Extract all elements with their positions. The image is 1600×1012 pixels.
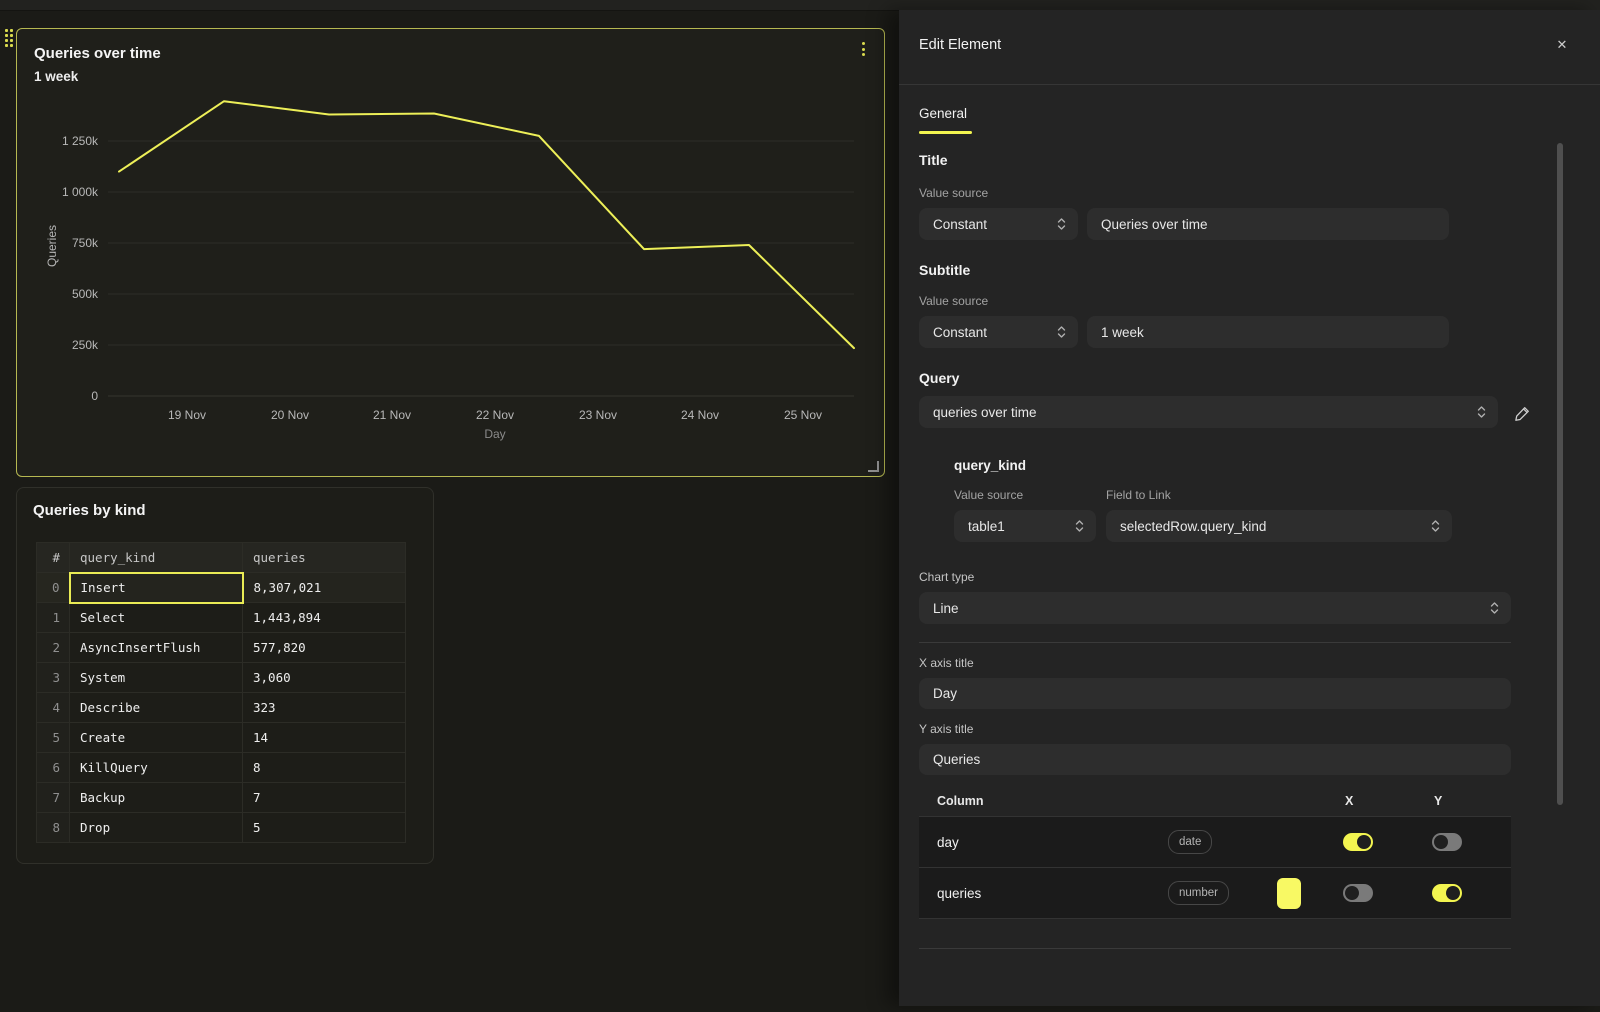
chart-type-label: Chart type — [919, 570, 974, 584]
x-tick-label: 23 Nov — [579, 408, 617, 422]
y-axis-title-input[interactable]: Queries — [919, 744, 1511, 775]
y-tick-label: 750k — [72, 236, 99, 250]
table-row[interactable]: 1 Select 1,443,894 — [37, 603, 406, 633]
queries-by-kind-table: # query_kind queries 0 Insert 8,307,021 … — [36, 542, 406, 843]
x-tick-label: 20 Nov — [271, 408, 309, 422]
chevron-updown-icon — [1431, 519, 1440, 533]
col-header-index: # — [37, 543, 70, 573]
column-row-queries: queries number — [919, 867, 1511, 919]
chevron-updown-icon — [1057, 217, 1066, 231]
edit-element-panel: Edit Element ✕ General Title Value sourc… — [899, 10, 1600, 1006]
field-to-link-select[interactable]: selectedRow.query_kind — [1106, 510, 1452, 542]
col-header-queries: queries — [243, 543, 406, 573]
x-axis-title: Day — [484, 427, 505, 441]
field-to-link-label: Field to Link — [1106, 488, 1171, 502]
table-row[interactable]: 7 Backup 7 — [37, 783, 406, 813]
chevron-updown-icon — [1477, 405, 1486, 419]
column-header: Column — [937, 794, 984, 808]
section-query-heading: Query — [919, 370, 959, 386]
x-axis-title-input[interactable]: Day — [919, 678, 1511, 709]
columns-table: Column X Y day date queries number — [919, 786, 1511, 919]
subtitle-value-input[interactable]: 1 week — [1087, 316, 1449, 348]
columns-table-header: Column X Y — [919, 786, 1511, 816]
query-select[interactable]: queries over time — [919, 396, 1498, 428]
query-kind-heading: query_kind — [954, 458, 1026, 473]
table-row[interactable]: 3 System 3,060 — [37, 663, 406, 693]
y-tick-label: 1 250k — [62, 134, 99, 148]
x-tick-label: 25 Nov — [784, 408, 822, 422]
table-row[interactable]: 4 Describe 323 — [37, 693, 406, 723]
y-header: Y — [1434, 794, 1442, 808]
chart-type-select[interactable]: Line — [919, 592, 1511, 624]
x-tick-label: 24 Nov — [681, 408, 719, 422]
value-source-label: Value source — [954, 488, 1023, 502]
y-toggle[interactable] — [1432, 884, 1462, 902]
column-row-day: day date — [919, 816, 1511, 867]
y-axis-tick-labels: 0 250k 500k 750k 1 000k 1 250k — [62, 134, 99, 403]
type-badge: number — [1168, 881, 1229, 905]
table-header-row: # query_kind queries — [37, 543, 406, 573]
table-row[interactable]: 0 Insert 8,307,021 — [37, 573, 406, 603]
table-card[interactable]: Queries by kind # query_kind queries 0 I… — [16, 487, 434, 864]
y-toggle[interactable] — [1432, 833, 1462, 851]
series-color-swatch[interactable] — [1277, 878, 1301, 909]
close-icon[interactable]: ✕ — [1553, 36, 1571, 54]
tab-general[interactable]: General — [919, 106, 967, 121]
x-toggle[interactable] — [1343, 884, 1373, 902]
title-source-select[interactable]: Constant — [919, 208, 1078, 240]
x-axis-tick-labels: 19 Nov 20 Nov 21 Nov 22 Nov 23 Nov 24 No… — [168, 408, 822, 422]
table-row[interactable]: 8 Drop 5 — [37, 813, 406, 843]
table-row[interactable]: 5 Create 14 — [37, 723, 406, 753]
y-axis-title: Queries — [45, 225, 59, 267]
y-tick-label: 1 000k — [62, 185, 99, 199]
y-tick-label: 250k — [72, 338, 99, 352]
x-tick-label: 22 Nov — [476, 408, 514, 422]
type-badge: date — [1168, 830, 1212, 854]
card-drag-handle-icon[interactable] — [5, 29, 15, 47]
divider — [919, 642, 1511, 643]
chevron-updown-icon — [1075, 519, 1084, 533]
x-toggle[interactable] — [1343, 833, 1373, 851]
chart-series-line — [119, 101, 854, 348]
y-tick-label: 500k — [72, 287, 99, 301]
query-kind-source-select[interactable]: table1 — [954, 510, 1096, 542]
section-subtitle-heading: Subtitle — [919, 262, 970, 278]
chart-card[interactable]: Queries over time 1 week 0 250k 500k 750… — [16, 28, 885, 477]
divider — [919, 948, 1511, 949]
y-tick-label: 0 — [91, 389, 98, 403]
value-source-label: Value source — [919, 294, 988, 308]
x-header: X — [1345, 794, 1353, 808]
panel-scrollbar[interactable] — [1557, 143, 1563, 805]
table-row[interactable]: 2 AsyncInsertFlush 577,820 — [37, 633, 406, 663]
line-chart: 0 250k 500k 750k 1 000k 1 250k 19 Nov 20… — [17, 29, 884, 476]
chart-gridlines — [108, 141, 854, 396]
pencil-icon — [1514, 405, 1531, 422]
subtitle-source-select[interactable]: Constant — [919, 316, 1078, 348]
x-tick-label: 21 Nov — [373, 408, 411, 422]
edit-query-button[interactable] — [1511, 402, 1533, 424]
table-row[interactable]: 6 KillQuery 8 — [37, 753, 406, 783]
tab-active-indicator — [919, 131, 972, 134]
chevron-updown-icon — [1490, 601, 1499, 615]
y-axis-title-label: Y axis title — [919, 722, 973, 736]
value-source-label: Value source — [919, 186, 988, 200]
col-header-kind: query_kind — [70, 543, 243, 573]
chevron-updown-icon — [1057, 325, 1066, 339]
section-title-heading: Title — [919, 152, 948, 168]
title-value-input[interactable]: Queries over time — [1087, 208, 1449, 240]
divider — [899, 84, 1600, 85]
panel-title: Edit Element — [919, 37, 1001, 53]
card-resize-handle[interactable] — [868, 461, 879, 472]
selected-cell[interactable]: Insert — [70, 573, 243, 603]
x-tick-label: 19 Nov — [168, 408, 206, 422]
table-title: Queries by kind — [33, 502, 146, 519]
x-axis-title-label: X axis title — [919, 656, 974, 670]
